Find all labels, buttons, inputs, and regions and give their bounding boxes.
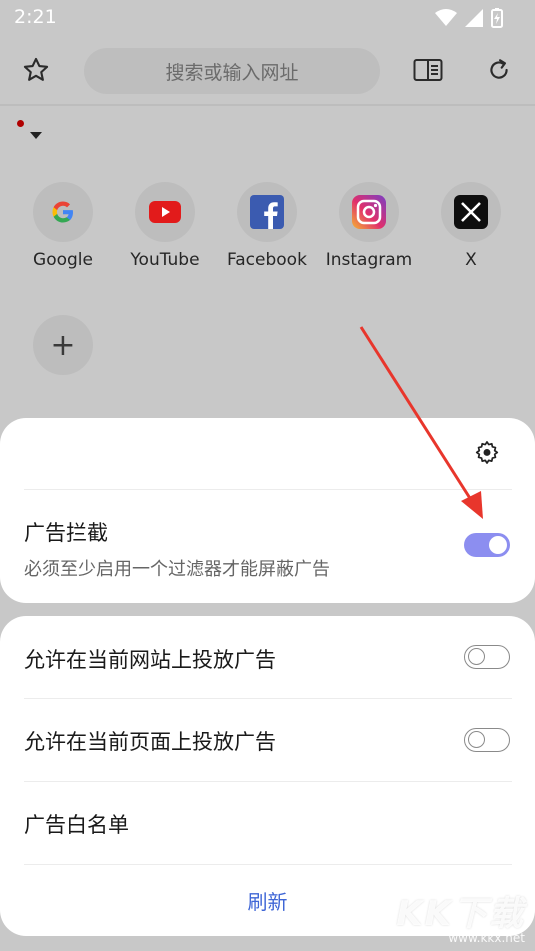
status-time: 2:21	[14, 6, 57, 28]
divider	[24, 864, 512, 865]
shortcut-facebook[interactable]: Facebook	[217, 182, 317, 270]
x-icon	[441, 182, 501, 242]
facebook-icon	[237, 182, 297, 242]
ad-whitelist-label: 广告白名单	[24, 813, 129, 837]
status-icons	[435, 8, 503, 28]
instagram-icon	[339, 182, 399, 242]
allow-ads-page-toggle[interactable]	[464, 728, 510, 752]
allow-ads-site-toggle[interactable]	[464, 645, 510, 669]
wifi-icon	[435, 9, 457, 26]
watermark-logo: KK下载	[396, 894, 525, 934]
allow-ads-site-label: 允许在当前网站上投放广告	[24, 648, 276, 672]
status-bar: 2:21	[0, 0, 535, 40]
ad-block-toggle[interactable]	[464, 533, 510, 557]
shortcut-label: Instagram	[325, 250, 413, 270]
battery-charging-icon	[491, 8, 503, 28]
allow-ads-site-row[interactable]: 允许在当前网站上投放广告	[0, 616, 535, 698]
dropdown-caret-icon[interactable]	[30, 132, 42, 139]
youtube-icon	[135, 182, 195, 242]
search-placeholder: 搜索或输入网址	[165, 61, 299, 84]
allow-ads-page-row[interactable]: 允许在当前页面上投放广告	[0, 699, 535, 781]
allow-ads-page-label: 允许在当前页面上投放广告	[24, 730, 276, 754]
toolbar-divider	[0, 104, 535, 106]
shortcut-google[interactable]: Google	[13, 182, 113, 270]
shortcut-label: Facebook	[227, 250, 307, 270]
reader-mode-icon[interactable]	[408, 50, 448, 90]
shortcut-x[interactable]: X	[421, 182, 521, 270]
annotation-arrow	[359, 326, 483, 519]
address-search-bar[interactable]: 搜索或输入网址	[84, 48, 380, 94]
ad-block-subtitle: 必须至少启用一个过滤器才能屏蔽广告	[24, 559, 330, 580]
shortcut-instagram[interactable]: Instagram	[319, 182, 419, 270]
ad-block-title: 广告拦截	[24, 521, 108, 545]
shortcut-label: YouTube	[130, 250, 200, 270]
ad-whitelist-row[interactable]: 广告白名单	[0, 782, 535, 864]
reload-icon[interactable]	[479, 50, 519, 90]
add-shortcut-button[interactable]: +	[33, 315, 93, 375]
plus-icon: +	[50, 327, 76, 363]
watermark: KK下载 www.kkx.net	[396, 886, 525, 945]
cellular-signal-icon	[465, 9, 483, 27]
notification-dot	[17, 120, 24, 127]
bookmark-star-icon[interactable]	[16, 50, 56, 90]
shortcut-label: X	[465, 250, 477, 270]
google-icon	[33, 182, 93, 242]
shortcut-label: Google	[33, 250, 93, 270]
shortcut-youtube[interactable]: YouTube	[115, 182, 215, 270]
